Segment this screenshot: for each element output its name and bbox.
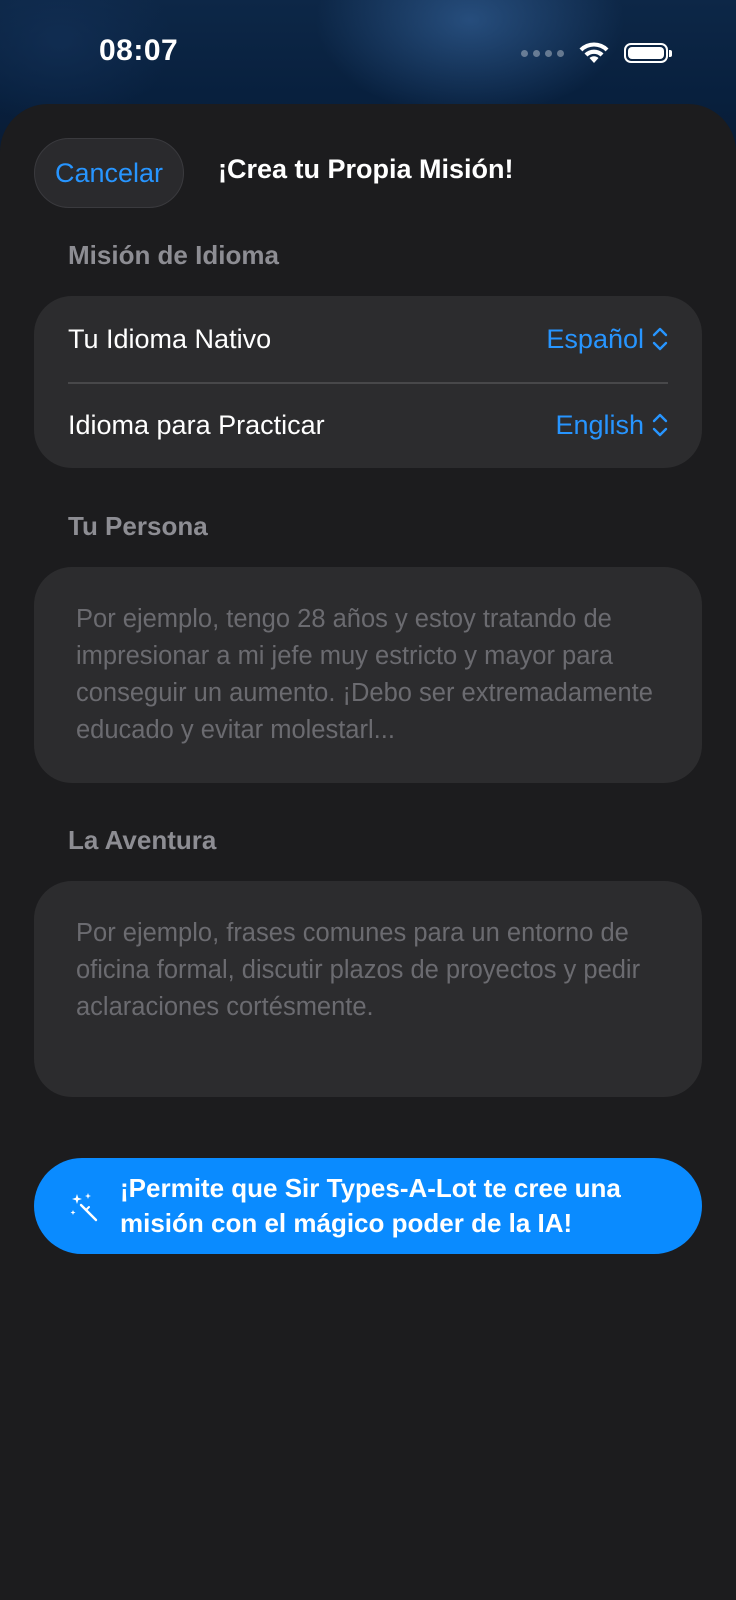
cellular-signal-icon (521, 49, 564, 57)
adventure-placeholder: Por ejemplo, frases comunes para un ento… (76, 919, 641, 1021)
native-language-picker[interactable]: Español (546, 324, 668, 355)
wifi-icon (579, 42, 609, 63)
magic-wand-icon (70, 1193, 98, 1222)
native-language-row[interactable]: Tu Idioma Nativo Español (68, 296, 668, 382)
language-card: Tu Idioma Nativo Español Idioma para Pra… (34, 296, 702, 468)
adventure-section-label: La Aventura (68, 825, 217, 855)
persona-placeholder: Por ejemplo, tengo 28 años y estoy trata… (76, 605, 653, 744)
native-language-label: Tu Idioma Nativo (68, 323, 272, 354)
persona-text-field[interactable]: Por ejemplo, tengo 28 años y estoy trata… (34, 567, 702, 783)
ai-generate-button[interactable]: ¡Permite que Sir Types-A-Lot te cree una… (34, 1158, 702, 1254)
practice-language-value: English (555, 409, 644, 440)
status-icons (521, 40, 672, 66)
practice-language-label: Idioma para Practicar (68, 409, 325, 440)
battery-icon (624, 43, 672, 63)
status-time: 08:07 (99, 34, 179, 67)
sheet-title: ¡Crea tu Propia Misión! (218, 154, 514, 184)
practice-language-row[interactable]: Idioma para Practicar English (68, 382, 668, 468)
create-mission-sheet: Cancelar ¡Crea tu Propia Misión! Misión … (0, 104, 736, 1600)
chevron-up-down-icon (652, 413, 668, 437)
adventure-text-field[interactable]: Por ejemplo, frases comunes para un ento… (34, 881, 702, 1097)
chevron-up-down-icon (652, 327, 668, 351)
language-section-label: Misión de Idioma (68, 240, 279, 270)
native-language-value: Español (546, 323, 644, 354)
cancel-button[interactable]: Cancelar (34, 138, 184, 208)
practice-language-picker[interactable]: English (555, 410, 668, 441)
ai-generate-label: ¡Permite que Sir Types-A-Lot te cree una… (120, 1173, 621, 1238)
persona-section-label: Tu Persona (68, 511, 208, 541)
